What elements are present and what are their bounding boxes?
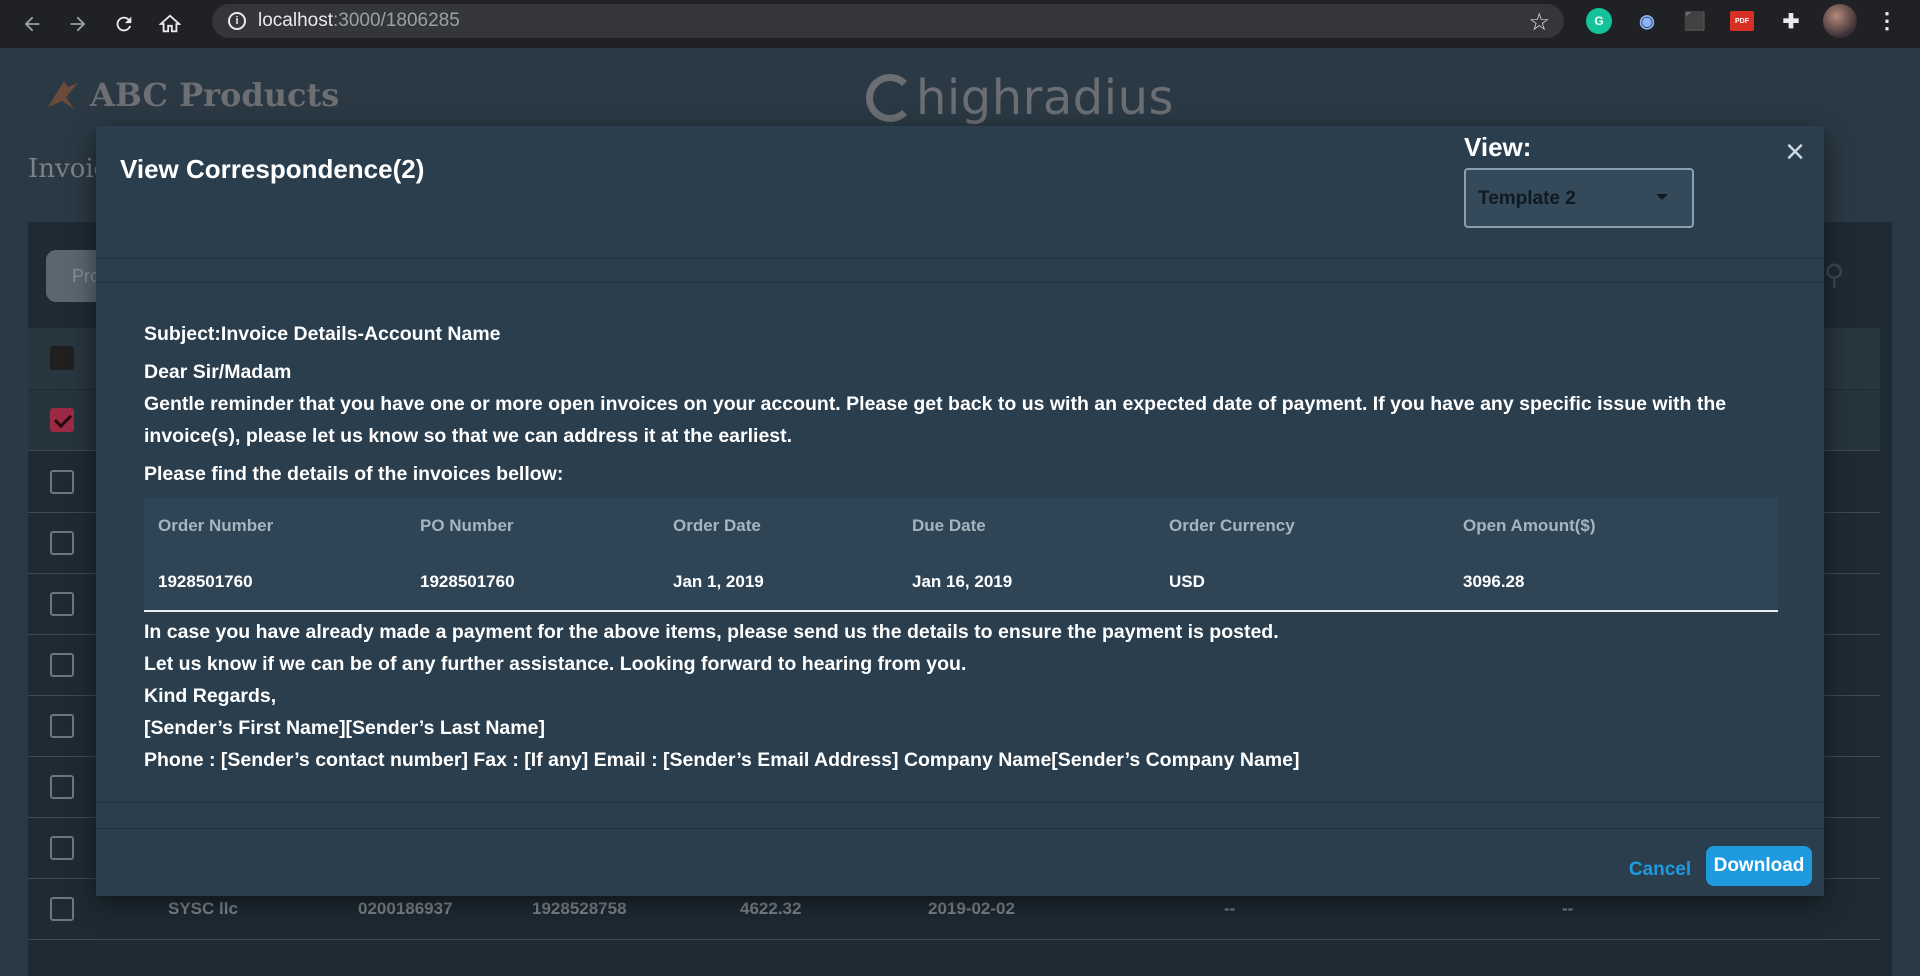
back-icon[interactable] [14,6,50,42]
template-select-value: Template 2 [1478,188,1576,209]
row-checkbox[interactable] [50,714,74,738]
highradius-name: highradius [916,70,1175,126]
col-due-date: Due Date [912,516,986,535]
cell-col6: -- [1224,899,1236,918]
kebab-menu-icon[interactable]: ⋮ [1874,8,1900,34]
download-button[interactable]: Download [1706,846,1812,886]
cell-order-currency: USD [1169,572,1205,591]
cell-po-number: 1928501760 [420,572,515,591]
row-checkbox[interactable] [50,653,74,677]
highradius-mark-icon [866,74,914,122]
cell-customer-no: 0200186937 [358,899,453,918]
cell-invoice-id: 1928528758 [532,899,627,918]
browser-toolbar: i localhost:3000/1806285 ☆ G ◉ ⬛ PDF ✚ ⋮ [0,0,1920,48]
email-details-intro: Please find the details of the invoices … [144,463,564,485]
row-checkbox[interactable] [50,531,74,555]
row-checkbox[interactable] [50,897,74,921]
url-host: localhost [258,10,333,31]
cell-due-date: Jan 16, 2019 [912,572,1013,591]
col-order-number: Order Number [158,516,274,535]
brand-mark-icon [48,81,78,109]
table-row: 1928501760 1928501760 Jan 1, 2019 Jan 16… [144,554,1778,610]
eye-extension-icon[interactable]: ◉ [1634,8,1660,34]
address-bar[interactable]: i localhost:3000/1806285 ☆ [212,4,1564,38]
email-subject: Subject:Invoice Details-Account Name [144,323,501,345]
row-checkbox[interactable] [50,836,74,860]
view-correspondence-dialog: View Correspondence(2) View: Template 2 … [96,126,1824,896]
cell-amount: 4622.32 [740,899,802,918]
email-reminder: Gentle reminder that you have one or mor… [144,393,1727,447]
brand-name: ABC Products [90,76,340,114]
email-sender-name: [Sender’s First Name][Sender’s Last Name… [144,717,545,739]
row-checkbox[interactable] [50,775,74,799]
row-checkbox[interactable] [50,408,74,432]
chevron-down-icon [1656,194,1668,200]
grammarly-icon[interactable]: G [1586,8,1612,34]
profile-avatar[interactable] [1823,4,1857,38]
cancel-button[interactable]: Cancel [1612,852,1708,888]
cell-order-number: 1928501760 [158,572,253,591]
url-path: :3000/1806285 [333,10,460,31]
email-regards: Kind Regards, [144,685,277,707]
search-icon[interactable]: ⚲ [1824,258,1852,290]
cell-col7: -- [1562,899,1574,918]
divider [96,828,1824,829]
cell-order-date: Jan 1, 2019 [673,572,764,591]
reload-icon[interactable] [106,6,142,42]
star-icon[interactable]: ☆ [1528,8,1550,37]
cell-due-date: 2019-02-02 [928,899,1015,918]
info-icon[interactable]: i [228,12,246,30]
email-contact-line: Phone : [Sender’s contact number] Fax : … [144,749,1300,771]
pdf-icon[interactable]: PDF [1730,11,1754,31]
divider [96,802,1824,803]
puzzle-icon[interactable]: ✚ [1778,8,1804,34]
template-select[interactable]: Template 2 [1464,168,1694,228]
close-icon[interactable]: × [1780,135,1810,169]
cell-customer: SYSC llc [168,899,238,918]
select-all-checkbox[interactable] [50,346,74,370]
table-header: Order Number PO Number Order Date Due Da… [144,498,1778,554]
email-closing-1: In case you have already made a payment … [144,621,1279,643]
row-checkbox[interactable] [50,470,74,494]
col-order-date: Order Date [673,516,761,535]
col-open-amount: Open Amount($) [1463,516,1596,535]
dialog-footer: Cancel Download [96,836,1824,896]
email-body: Subject:Invoice Details-Account Name Dea… [144,318,1794,776]
col-order-currency: Order Currency [1169,516,1295,535]
col-po-number: PO Number [420,516,514,535]
email-greeting: Dear Sir/Madam [144,361,292,383]
home-icon[interactable] [152,6,188,42]
invoice-details-table: Order Number PO Number Order Date Due Da… [144,498,1778,612]
view-label: View: [1464,132,1532,162]
email-closing-2: Let us know if we can be of any further … [144,653,967,675]
row-checkbox[interactable] [50,592,74,616]
brand-logo: ABC Products [44,76,339,114]
divider [96,258,1824,259]
camera-icon[interactable]: ⬛ [1682,8,1708,34]
divider [96,282,1824,283]
highradius-logo: highradius [866,70,1174,126]
forward-icon[interactable] [60,6,96,42]
cell-open-amount: 3096.28 [1463,572,1525,591]
dialog-title: View Correspondence(2) [120,154,425,184]
